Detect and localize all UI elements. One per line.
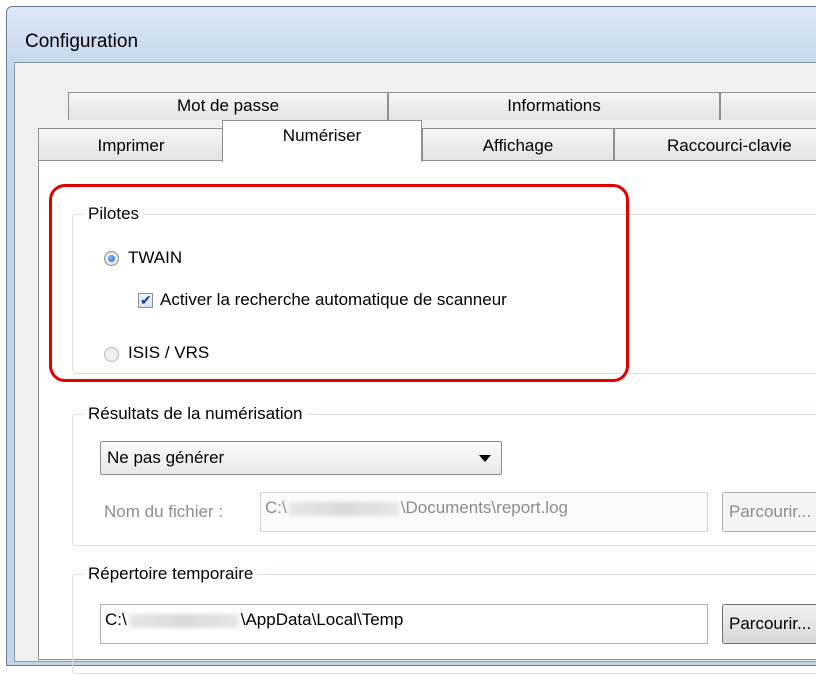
- tab-hidden[interactable]: [720, 92, 816, 120]
- tab-raccourci-clavier[interactable]: Raccourci-clavie: [614, 128, 816, 160]
- tab-informations[interactable]: Informations: [388, 92, 720, 120]
- tab-label: Informations: [507, 96, 601, 115]
- drivers-group-label: Pilotes: [84, 204, 144, 224]
- scan-results-dropdown[interactable]: Ne pas générer: [100, 441, 502, 475]
- filename-field[interactable]: C:\ \Documents\report.log: [260, 492, 708, 532]
- auto-search-checkbox[interactable]: ✔: [138, 292, 153, 308]
- twain-radio[interactable]: [104, 251, 119, 266]
- temp-dir-value: C:\ \AppData\Local\Temp: [105, 610, 404, 629]
- tab-mot-de-passe[interactable]: Mot de passe: [68, 92, 388, 120]
- tab-label: Affichage: [482, 136, 554, 155]
- browse-label: Parcourir...: [729, 614, 812, 633]
- tab-label: Raccourci-clavie: [667, 136, 792, 155]
- browse-label: Parcourir...: [729, 502, 812, 521]
- tab-label: Mot de passe: [176, 96, 280, 115]
- browse-filename-button[interactable]: Parcourir...: [722, 492, 816, 532]
- scan-results-group-label: Résultats de la numérisation: [84, 404, 307, 424]
- chevron-down-icon: [479, 455, 491, 462]
- isis-label[interactable]: ISIS / VRS: [128, 343, 209, 363]
- filename-value: C:\ \Documents\report.log: [265, 498, 568, 517]
- twain-label[interactable]: TWAIN: [128, 248, 182, 268]
- browse-temp-dir-button[interactable]: Parcourir...: [722, 604, 816, 644]
- isis-radio[interactable]: [104, 347, 119, 362]
- temp-dir-group-label: Répertoire temporaire: [84, 564, 258, 584]
- title-bar[interactable]: Configuration: [7, 7, 816, 69]
- tab-numeriser[interactable]: Numériser: [222, 120, 422, 162]
- tab-label: Imprimer: [97, 136, 165, 155]
- tab-imprimer[interactable]: Imprimer: [38, 128, 224, 160]
- auto-search-label[interactable]: Activer la recherche automatique de scan…: [160, 290, 507, 310]
- tab-affichage[interactable]: Affichage: [422, 128, 614, 160]
- redacted-username: [288, 501, 399, 516]
- tab-label: Numériser: [282, 126, 362, 145]
- checkmark-icon: ✔: [140, 292, 152, 308]
- redacted-username: [128, 613, 239, 628]
- filename-label: Nom du fichier :: [104, 502, 224, 521]
- window-title: Configuration: [25, 31, 139, 52]
- temp-dir-field[interactable]: C:\ \AppData\Local\Temp: [100, 604, 708, 644]
- dropdown-selected-value: Ne pas générer: [107, 448, 225, 467]
